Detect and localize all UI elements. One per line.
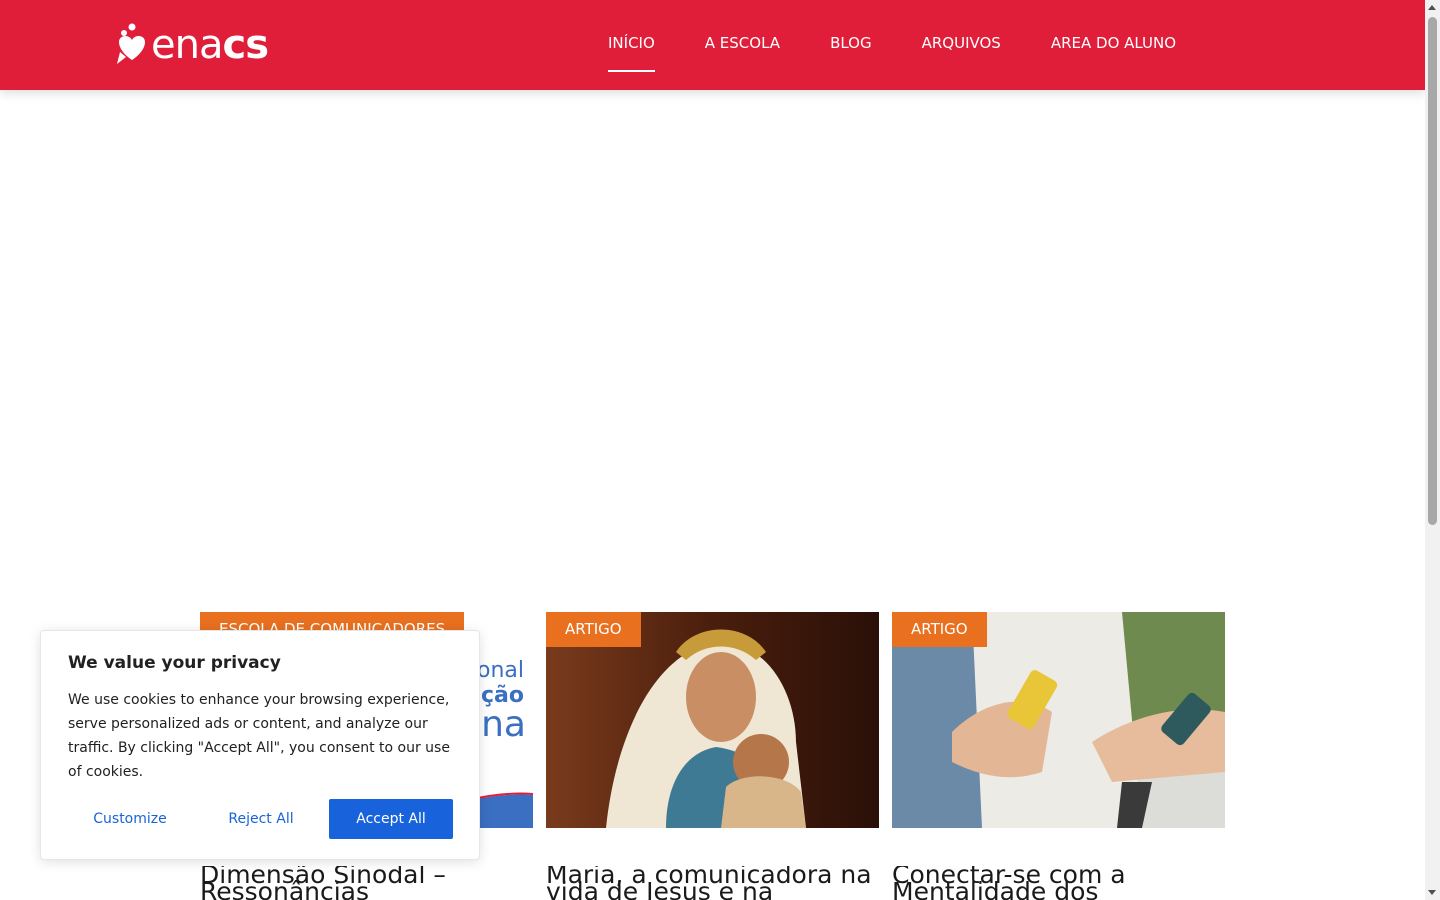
main-nav: INÍCIO A ESCOLA BLOG ARQUIVOS AREA DO AL… bbox=[608, 34, 1226, 72]
logo-text-bold: cs bbox=[222, 22, 269, 68]
nav-item-a-escola[interactable]: A ESCOLA bbox=[705, 34, 780, 52]
category-badge[interactable]: ARTIGO bbox=[546, 612, 641, 647]
nav-item-blog[interactable]: BLOG bbox=[830, 34, 872, 52]
reject-all-button[interactable]: Reject All bbox=[199, 799, 323, 839]
accept-all-button[interactable]: Accept All bbox=[329, 799, 453, 839]
cookie-title: We value your privacy bbox=[68, 653, 281, 673]
people-using-phones-image[interactable]: ARTIGO bbox=[892, 612, 1225, 828]
post-title[interactable]: Conectar-se com a Mentalidade dos bbox=[892, 866, 1225, 900]
cookie-consent-dialog: We value your privacy We use cookies to … bbox=[40, 630, 480, 860]
post-card[interactable]: ARTIGO Conectar-se com a Mentalidade dos bbox=[892, 612, 1225, 900]
post-title[interactable]: Maria, a comunicadora na vida de Jesus e… bbox=[546, 866, 879, 900]
page-scrollbar[interactable] bbox=[1425, 0, 1440, 900]
svg-text:na: na bbox=[481, 704, 526, 745]
scrollbar-thumb[interactable] bbox=[1428, 17, 1437, 525]
post-card[interactable]: ARTIGO Maria, a comunicadora na vida de … bbox=[546, 612, 879, 900]
nav-item-inicio[interactable]: INÍCIO bbox=[608, 34, 655, 72]
site-header: enacs INÍCIO A ESCOLA BLOG ARQUIVOS AREA… bbox=[0, 0, 1425, 90]
cookie-description: We use cookies to enhance your browsing … bbox=[68, 692, 450, 780]
site-logo[interactable]: enacs bbox=[113, 22, 293, 68]
customize-button[interactable]: Customize bbox=[68, 799, 192, 839]
post-title[interactable]: Dimensão Sinodal – Ressonâncias bbox=[200, 866, 533, 900]
nav-item-area-do-aluno[interactable]: AREA DO ALUNO bbox=[1051, 34, 1176, 52]
svg-text:onal: onal bbox=[477, 658, 524, 683]
scroll-down-arrow-icon[interactable] bbox=[1428, 890, 1436, 895]
scroll-up-arrow-icon[interactable] bbox=[1428, 5, 1436, 10]
category-badge[interactable]: ARTIGO bbox=[892, 612, 987, 647]
nav-item-arquivos[interactable]: ARQUIVOS bbox=[922, 34, 1001, 52]
mary-and-jesus-statue-image[interactable]: ARTIGO bbox=[546, 612, 879, 828]
heart-logo-icon bbox=[117, 23, 145, 64]
logo-text-thin: ena bbox=[151, 22, 223, 68]
